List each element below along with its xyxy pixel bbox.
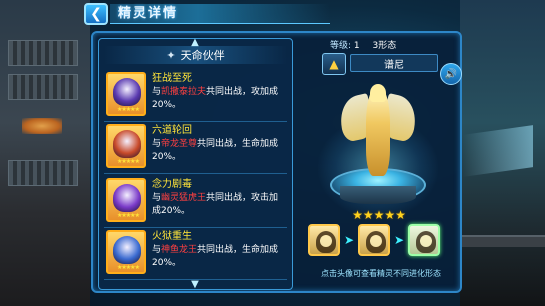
scenery-rail bbox=[460, 235, 545, 247]
partner-figure bbox=[113, 236, 141, 264]
partner-portrait[interactable]: ★★★★★ bbox=[106, 124, 146, 168]
partner-spirit-name: 帝龙圣尊 bbox=[161, 139, 198, 149]
desc-prefix: 与 bbox=[152, 193, 162, 203]
partner-figure bbox=[113, 130, 141, 158]
stage-portrait bbox=[316, 231, 336, 253]
partner-spirit-name: 凯撒泰拉夫 bbox=[161, 87, 207, 97]
evolution-stage-2[interactable] bbox=[358, 224, 390, 256]
voice-button[interactable]: 🔊 bbox=[440, 63, 462, 85]
partner-section-title: 天命伙伴 bbox=[180, 49, 225, 62]
skill-name: 狂战至死 bbox=[152, 73, 192, 84]
partner-skill-row[interactable]: ★★★★★ 六道轮回与帝龙圣尊共同出战，生命加成20%。 bbox=[104, 122, 287, 174]
partner-stars: ★★★★★ bbox=[117, 106, 140, 113]
level-label: 等级: bbox=[330, 41, 352, 51]
partner-spirit-name: 幽灵猛虎王 bbox=[161, 193, 207, 203]
speaker-icon: 🔊 bbox=[444, 68, 458, 80]
stage-portrait bbox=[366, 231, 386, 253]
partner-stars: ★★★★★ bbox=[117, 158, 140, 165]
stage-portrait bbox=[416, 231, 436, 253]
scenery-rack bbox=[8, 160, 78, 186]
scenery-rack bbox=[8, 74, 78, 100]
skill-name: 火狱重生 bbox=[152, 231, 192, 242]
partner-portrait[interactable]: ★★★★★ bbox=[106, 72, 146, 116]
level-line: 等级: 1 3形态 bbox=[330, 40, 396, 52]
evolution-tip: 点击头像可查看精灵不同进化形态 bbox=[321, 269, 441, 278]
partner-icon: ✦ bbox=[166, 48, 176, 62]
form-text: 3形态 bbox=[372, 41, 397, 51]
partner-figure bbox=[113, 78, 141, 106]
pedestal-base bbox=[340, 186, 416, 204]
spirit-name: 谱尼 bbox=[350, 54, 438, 72]
spirit-crest bbox=[370, 84, 386, 102]
partner-stars: ★★★★★ bbox=[117, 212, 140, 219]
skill-name: 六道轮回 bbox=[152, 125, 192, 136]
scenery-light-beam bbox=[463, 125, 533, 177]
desc-prefix: 与 bbox=[152, 139, 162, 149]
evolution-stage-1[interactable] bbox=[308, 224, 340, 256]
partner-spirit-name: 神鱼龙王 bbox=[161, 245, 198, 255]
desc-prefix: 与 bbox=[152, 87, 162, 97]
partner-stars: ★★★★★ bbox=[117, 264, 140, 271]
scenery-rack bbox=[8, 40, 78, 66]
skill-description: 与幽灵猛虎王共同出战，攻击加成20%。 bbox=[152, 192, 286, 218]
skill-description: 与帝龙圣尊共同出战，生命加成20%。 bbox=[152, 138, 286, 164]
scenery-lamp bbox=[22, 118, 62, 134]
evolution-arrow-icon: ➤ bbox=[393, 233, 405, 247]
partner-skill-row[interactable]: ★★★★★ 狂战至死与凯撒泰拉夫共同出战，攻加成20%。 bbox=[104, 70, 287, 122]
skill-description: 与神鱼龙王共同出战，生命加成20%。 bbox=[152, 244, 286, 270]
chevron-down-icon: ▼ bbox=[191, 278, 199, 290]
background-right-scenery bbox=[460, 0, 545, 306]
evolution-stage-3[interactable] bbox=[408, 224, 440, 256]
evolution-arrow-icon: ➤ bbox=[343, 233, 355, 247]
back-arrow-icon: ❮ bbox=[90, 6, 102, 22]
partner-figure bbox=[113, 184, 141, 212]
spirit-stars: ★★★★★ bbox=[352, 208, 406, 222]
element-badge: ▲ bbox=[322, 53, 346, 75]
partner-portrait[interactable]: ★★★★★ bbox=[106, 230, 146, 274]
back-button[interactable]: ❮ bbox=[84, 3, 108, 25]
skill-name: 念力剧毒 bbox=[152, 179, 192, 190]
spirit-name-text: 谱尼 bbox=[384, 59, 404, 71]
wing-element-icon: ▲ bbox=[329, 57, 339, 71]
page-title: 精灵详情 bbox=[118, 6, 179, 21]
skill-description: 与凯撒泰拉夫共同出战，攻加成20%。 bbox=[152, 86, 286, 112]
level-value: 1 bbox=[353, 41, 360, 51]
partner-section-header: ✦ 天命伙伴 bbox=[104, 46, 287, 64]
partner-skill-row[interactable]: ★★★★★ 火狱重生与神鱼龙王共同出战，生命加成20%。 bbox=[104, 228, 287, 280]
partner-skill-row[interactable]: ★★★★★ 念力剧毒与幽灵猛虎王共同出战，攻击加成20%。 bbox=[104, 176, 287, 228]
background-left-scenery bbox=[0, 0, 90, 306]
partner-portrait[interactable]: ★★★★★ bbox=[106, 178, 146, 222]
desc-prefix: 与 bbox=[152, 245, 162, 255]
scroll-down-button[interactable]: ▼ bbox=[184, 278, 206, 290]
